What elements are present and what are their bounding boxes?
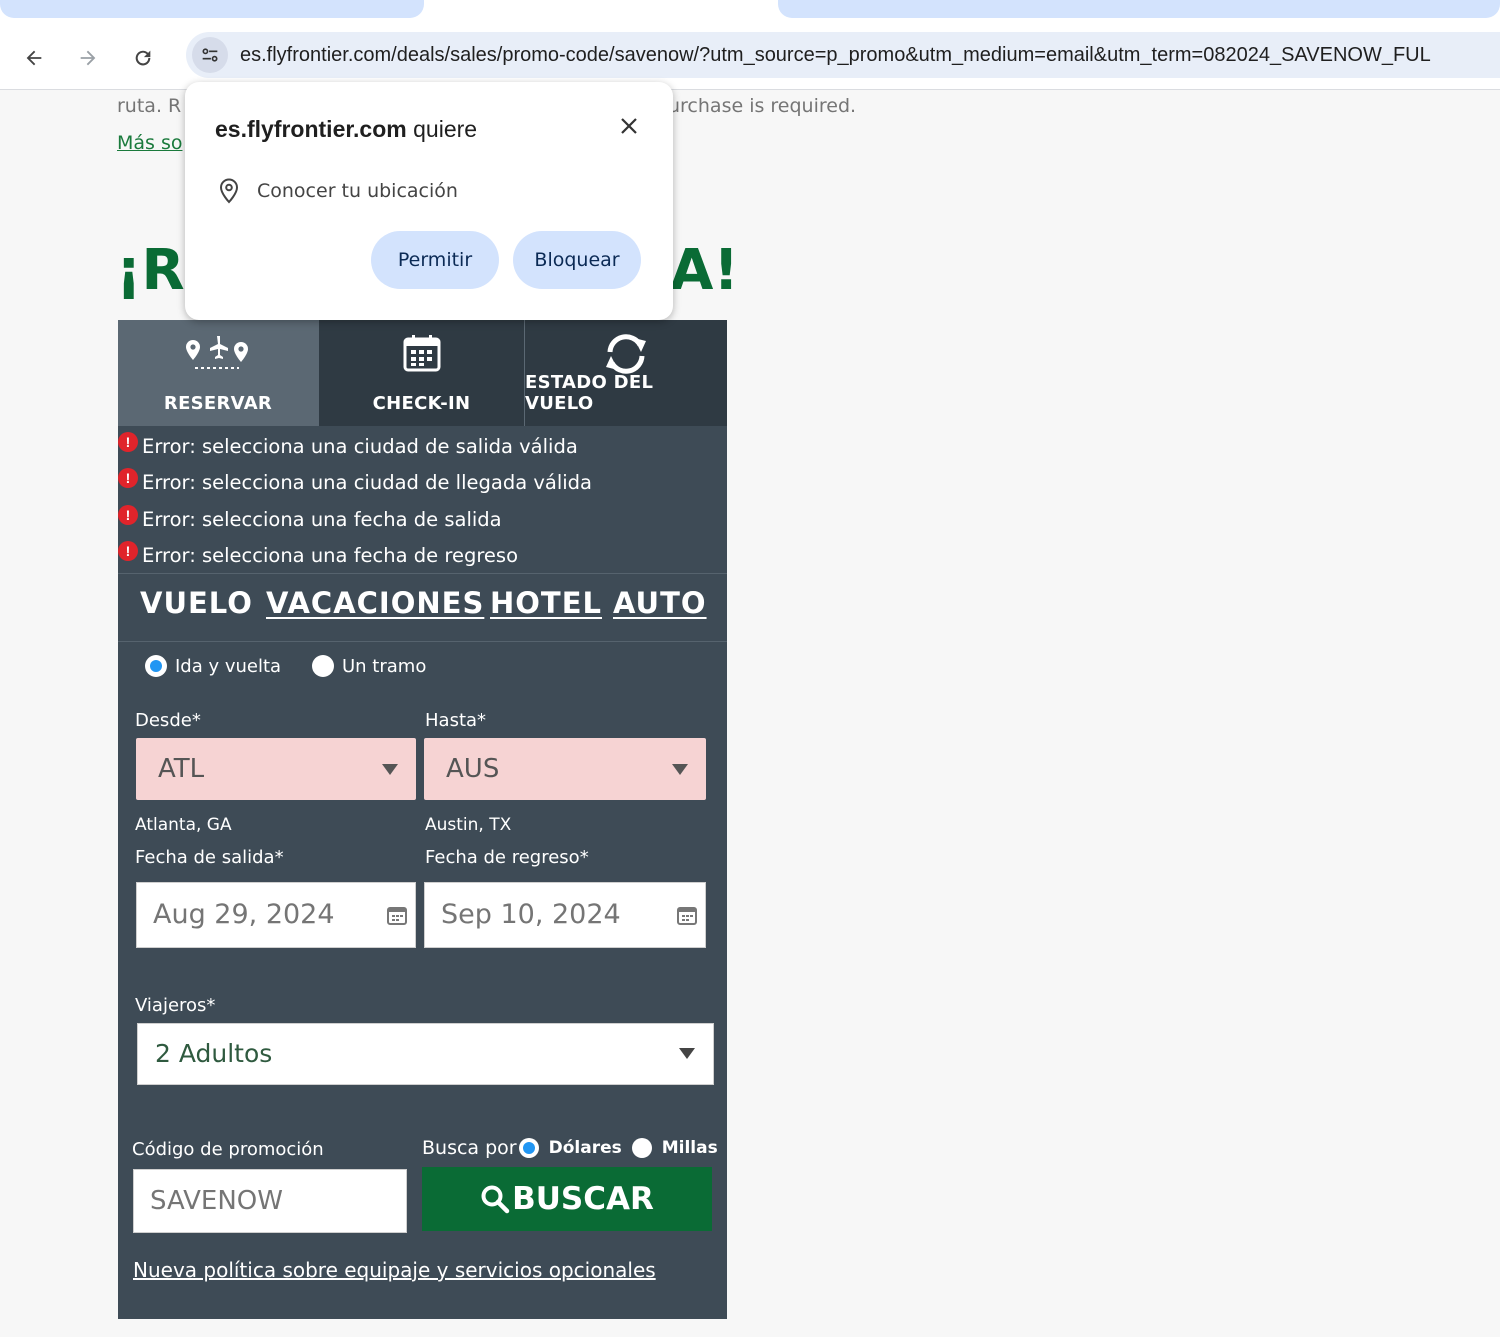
- dialog-verb: quiere: [413, 116, 478, 142]
- return-label: Fecha de regreso*: [425, 847, 589, 868]
- departure-label: Fecha de salida*: [135, 847, 284, 868]
- block-button[interactable]: Bloquear: [513, 231, 641, 289]
- travelers-label: Viajeros*: [135, 995, 216, 1016]
- search-by-group: Busca por Dólares Millas: [422, 1134, 718, 1162]
- url-text[interactable]: es.flyfrontier.com/deals/sales/promo-cod…: [240, 44, 1431, 67]
- tab-reservar[interactable]: RESERVAR: [118, 320, 318, 426]
- more-info-link[interactable]: Más so: [117, 132, 183, 154]
- return-date-input[interactable]: Sep 10, 2024: [424, 882, 706, 948]
- forward-button[interactable]: [68, 38, 108, 78]
- widget-tabs: RESERVAR CHECK-IN ESTADO DEL VUELO: [118, 320, 727, 426]
- error-icon: !: [118, 432, 138, 452]
- error-message: ! Error: selecciona una ciudad de llegad…: [118, 466, 592, 496]
- tab-label: CHECK-IN: [372, 393, 471, 414]
- travelers-select[interactable]: 2 Adultos: [137, 1023, 714, 1085]
- search-button-label: BUSCAR: [512, 1181, 654, 1217]
- reload-button[interactable]: [123, 38, 163, 78]
- miles-label: Millas: [661, 1138, 718, 1158]
- from-select[interactable]: ATL: [136, 738, 416, 800]
- to-select[interactable]: AUS: [424, 738, 706, 800]
- error-icon: !: [118, 541, 138, 561]
- departure-date-input[interactable]: Aug 29, 2024: [136, 882, 416, 948]
- permission-text: Conocer tu ubicación: [257, 180, 458, 202]
- location-permission-dialog: es.flyfrontier.com quiere Conocer tu ubi…: [185, 82, 673, 320]
- refresh-icon: [601, 334, 651, 379]
- booking-widget: RESERVAR CHECK-IN ESTADO DEL VUELO ! Err…: [118, 320, 727, 1319]
- tab-strip: [0, 0, 1500, 28]
- promo-code-input[interactable]: SAVENOW: [133, 1169, 407, 1233]
- tab-check-in[interactable]: CHECK-IN: [318, 320, 524, 426]
- dollars-radio[interactable]: [518, 1138, 539, 1158]
- allow-button[interactable]: Permitir: [371, 231, 499, 289]
- chevron-down-icon: [382, 764, 398, 775]
- radio-unselected[interactable]: [312, 655, 334, 677]
- error-message: ! Error: selecciona una fecha de regreso: [118, 539, 518, 569]
- to-city: Austin, TX: [425, 815, 512, 835]
- trip-type-round-trip[interactable]: Ida y vuelta: [145, 652, 281, 680]
- browser-toolbar: es.flyfrontier.com/deals/sales/promo-cod…: [0, 28, 1500, 90]
- trip-type-one-way[interactable]: Un tramo: [312, 652, 426, 680]
- permission-row: Conocer tu ubicación: [219, 178, 458, 204]
- browser-tab[interactable]: [778, 0, 1500, 18]
- promo-label: Código de promoción: [132, 1139, 324, 1160]
- from-city: Atlanta, GA: [135, 815, 232, 835]
- search-button[interactable]: BUSCAR: [422, 1167, 712, 1231]
- reload-icon: [135, 50, 151, 66]
- location-pin-icon: [219, 178, 239, 204]
- body-text-fragment: ruta. R: [117, 95, 182, 117]
- error-list: ! Error: selecciona una ciudad de salida…: [118, 426, 727, 574]
- chevron-down-icon: [679, 1048, 695, 1059]
- product-tab-flight[interactable]: VUELO: [140, 586, 253, 620]
- site-info-button[interactable]: [192, 37, 228, 73]
- product-tab-car[interactable]: AUTO: [613, 586, 707, 620]
- tab-label: RESERVAR: [163, 393, 273, 414]
- baggage-policy-link[interactable]: Nueva política sobre equipaje y servicio…: [133, 1258, 656, 1282]
- back-button[interactable]: [14, 38, 54, 78]
- page-heading-start: ¡R: [116, 238, 185, 303]
- address-bar[interactable]: es.flyfrontier.com/deals/sales/promo-cod…: [186, 32, 1500, 78]
- calendar-icon[interactable]: [677, 905, 697, 930]
- search-icon: [481, 1185, 510, 1214]
- plane-route-icon: [183, 334, 253, 379]
- search-by-label: Busca por: [422, 1137, 517, 1159]
- close-button[interactable]: [615, 112, 643, 140]
- tab-flight-status[interactable]: ESTADO DEL VUELO: [524, 320, 727, 426]
- product-tab-hotel[interactable]: HOTEL: [490, 586, 602, 620]
- to-label: Hasta*: [425, 710, 487, 731]
- product-nav: VUELO VACACIONES HOTEL AUTO: [118, 574, 727, 642]
- dialog-title: es.flyfrontier.com quiere: [215, 116, 477, 143]
- body-text-fragment: urchase is required.: [668, 95, 857, 117]
- error-message: ! Error: selecciona una fecha de salida: [118, 503, 502, 533]
- arrow-left-icon: [26, 50, 42, 66]
- browser-tab[interactable]: [0, 0, 424, 18]
- error-icon: !: [118, 468, 138, 488]
- error-message: ! Error: selecciona una ciudad de salida…: [118, 430, 578, 460]
- from-label: Desde*: [135, 710, 201, 731]
- chevron-down-icon: [672, 764, 688, 775]
- radio-selected[interactable]: [145, 655, 167, 677]
- product-tab-vacations[interactable]: VACACIONES: [266, 586, 484, 620]
- calendar-icon[interactable]: [387, 905, 407, 930]
- arrow-right-icon: [80, 50, 96, 66]
- dialog-site: es.flyfrontier.com: [215, 116, 407, 142]
- error-icon: !: [118, 505, 138, 525]
- miles-radio[interactable]: [631, 1138, 652, 1158]
- calendar-icon: [403, 334, 441, 377]
- close-icon: [621, 118, 637, 134]
- page-heading-end: A!: [670, 238, 739, 303]
- tune-icon: [202, 48, 218, 62]
- dollars-label: Dólares: [548, 1138, 622, 1158]
